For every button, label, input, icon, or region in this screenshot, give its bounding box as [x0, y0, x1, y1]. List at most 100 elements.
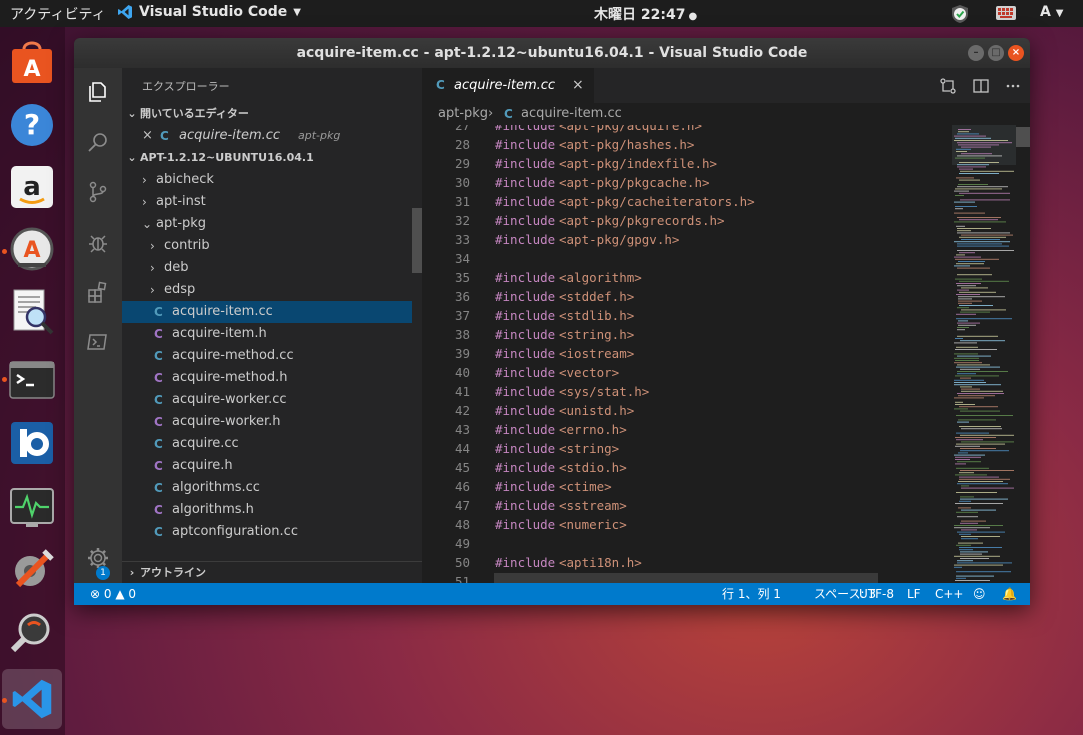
file-item[interactable]: Cacquire-method.cc [122, 345, 412, 367]
minimize-button[interactable]: – [968, 45, 984, 61]
security-shield-icon[interactable] [950, 4, 970, 24]
maximize-button[interactable]: □ [988, 45, 1004, 61]
folder-item[interactable]: › edsp [122, 279, 412, 301]
keyboard-input-icon[interactable] [995, 5, 1017, 21]
folder-item[interactable]: › deb [122, 257, 412, 279]
extensions-icon[interactable] [86, 280, 110, 304]
line-number: 27 [454, 125, 470, 133]
file-item[interactable]: Cacquire.h [122, 455, 412, 477]
minimap[interactable] [952, 125, 1016, 583]
encoding[interactable]: UTF-8 [859, 583, 894, 605]
include-path: <sstream> [559, 498, 627, 513]
error-count: 0 [103, 587, 112, 601]
feedback-smiley-icon[interactable]: ☺ [973, 583, 986, 605]
preprocessor-keyword: #include [495, 479, 556, 494]
running-indicator-icon [2, 249, 7, 254]
folder-item[interactable]: › contrib [122, 235, 412, 257]
activities-button[interactable]: アクティビティ [10, 4, 106, 24]
open-editors-label: 開いているエディター [140, 107, 249, 120]
tab-acquire-item[interactable]: C acquire-item.cc × [422, 68, 594, 103]
window-titlebar[interactable]: acquire-item.cc - apt-1.2.12~ubuntu16.04… [74, 38, 1030, 68]
cpp-file-icon: C [154, 349, 163, 363]
file-item[interactable]: Cacquire.cc [122, 433, 412, 455]
cpp-file-icon: C [504, 107, 513, 121]
preprocessor-keyword: #include [495, 441, 556, 456]
app-menu[interactable]: Visual Studio Code ▼ [117, 4, 301, 20]
split-editor-icon[interactable] [972, 77, 990, 95]
line-ending[interactable]: LF [907, 583, 921, 605]
folder-label: apt-inst [156, 194, 206, 209]
code-line: 33 #include <apt-pkg/gpgv.h> [422, 230, 952, 249]
line-number: 28 [454, 137, 470, 152]
ubuntu-software-icon[interactable]: A [8, 39, 56, 87]
line-number: 43 [454, 422, 470, 437]
svg-text:A: A [23, 57, 40, 82]
outline-label: アウトライン [140, 566, 206, 579]
breadcrumb-file[interactable]: acquire-item.cc [521, 103, 622, 125]
open-editor-item[interactable]: × C acquire-item.cc apt-pkg [122, 125, 412, 147]
include-path: <string.h> [559, 327, 635, 342]
preprocessor-keyword: #include [495, 460, 556, 475]
outline-header[interactable]: › アウトライン [122, 561, 422, 583]
code-editor[interactable]: 27 #include <apt-pkg/acquire.h> 28 #include <… [422, 125, 952, 583]
cursor-position[interactable]: 行 1、列 1 [722, 583, 781, 605]
document-viewer-icon[interactable] [8, 287, 56, 335]
file-item[interactable]: Captconfiguration.cc [122, 521, 412, 543]
include-path: <apt-pkg/cacheiterators.h> [559, 194, 755, 209]
language-mode[interactable]: C++ [935, 583, 964, 605]
scrollbar-thumb[interactable] [1016, 127, 1030, 147]
problems-indicator[interactable]: ⊗ 0 ▲ 0 [90, 583, 136, 605]
preprocessor-keyword: #include [495, 403, 556, 418]
dock-item-vscode-active[interactable] [2, 669, 62, 729]
file-item[interactable]: Cacquire-item.h [122, 323, 412, 345]
vscode-icon [118, 5, 132, 19]
libreoffice-icon[interactable] [8, 419, 56, 467]
source-control-icon[interactable] [86, 180, 110, 204]
clock[interactable]: 木曜日 22:47 ● [594, 4, 697, 24]
system-monitor-icon[interactable] [8, 483, 56, 531]
sidebar-scrollbar[interactable] [412, 208, 422, 273]
folder-item[interactable]: › apt-inst [122, 191, 412, 213]
search-tool-icon[interactable] [8, 609, 56, 657]
input-method-label: A [1040, 4, 1051, 20]
help-icon[interactable]: ? [8, 101, 56, 149]
notification-bell-icon[interactable]: 🔔 [1002, 583, 1017, 605]
chevron-right-icon: › [142, 173, 147, 187]
close-icon[interactable]: × [572, 68, 584, 103]
open-editors-header[interactable]: ⌄ 開いているエディター [122, 103, 422, 125]
close-icon[interactable]: × [142, 125, 153, 147]
project-folder-header[interactable]: ⌄ APT-1.2.12~UBUNTU16.04.1 [122, 147, 422, 169]
editor-horizontal-scrollbar[interactable] [494, 573, 878, 583]
chevron-right-icon: › [150, 261, 155, 275]
file-item[interactable]: Cacquire-item.cc [122, 301, 412, 323]
preprocessor-keyword: #include [495, 365, 556, 380]
settings-tools-icon[interactable] [8, 545, 56, 593]
file-item[interactable]: Cacquire-method.h [122, 367, 412, 389]
folder-item[interactable]: ⌄ apt-pkg [122, 213, 412, 235]
terminal-icon[interactable] [8, 356, 56, 404]
file-item[interactable]: Calgorithms.h [122, 499, 412, 521]
input-method-indicator[interactable]: A ▼ [1040, 4, 1063, 20]
code-line: 43 #include <errno.h> [422, 420, 952, 439]
breadcrumb-folder[interactable]: apt-pkg [438, 103, 488, 125]
open-changes-icon[interactable] [939, 77, 957, 95]
include-path: <apt-pkg/gpgv.h> [559, 232, 680, 247]
file-label: acquire-worker.h [172, 414, 281, 429]
ubuntu-top-bar: アクティビティ Visual Studio Code ▼ 木曜日 22:47 ● … [0, 0, 1083, 27]
explorer-icon[interactable] [86, 80, 110, 104]
window-title: acquire-item.cc - apt-1.2.12~ubuntu16.04… [296, 45, 808, 61]
folder-item[interactable]: › abicheck [122, 169, 412, 191]
file-item[interactable]: Cacquire-worker.cc [122, 389, 412, 411]
software-updater-icon[interactable]: A [8, 225, 56, 273]
debug-icon[interactable] [86, 230, 110, 254]
search-icon[interactable] [86, 130, 110, 154]
terminal-panel-icon[interactable] [86, 330, 110, 354]
more-actions-icon[interactable] [1004, 77, 1022, 95]
include-path: <iostream> [559, 346, 635, 361]
amazon-icon[interactable]: a [8, 163, 56, 211]
line-number: 37 [454, 308, 470, 323]
close-button[interactable]: × [1008, 45, 1024, 61]
file-item[interactable]: Cacquire-worker.h [122, 411, 412, 433]
editor-vertical-scrollbar[interactable] [1016, 125, 1030, 583]
file-item[interactable]: Calgorithms.cc [122, 477, 412, 499]
